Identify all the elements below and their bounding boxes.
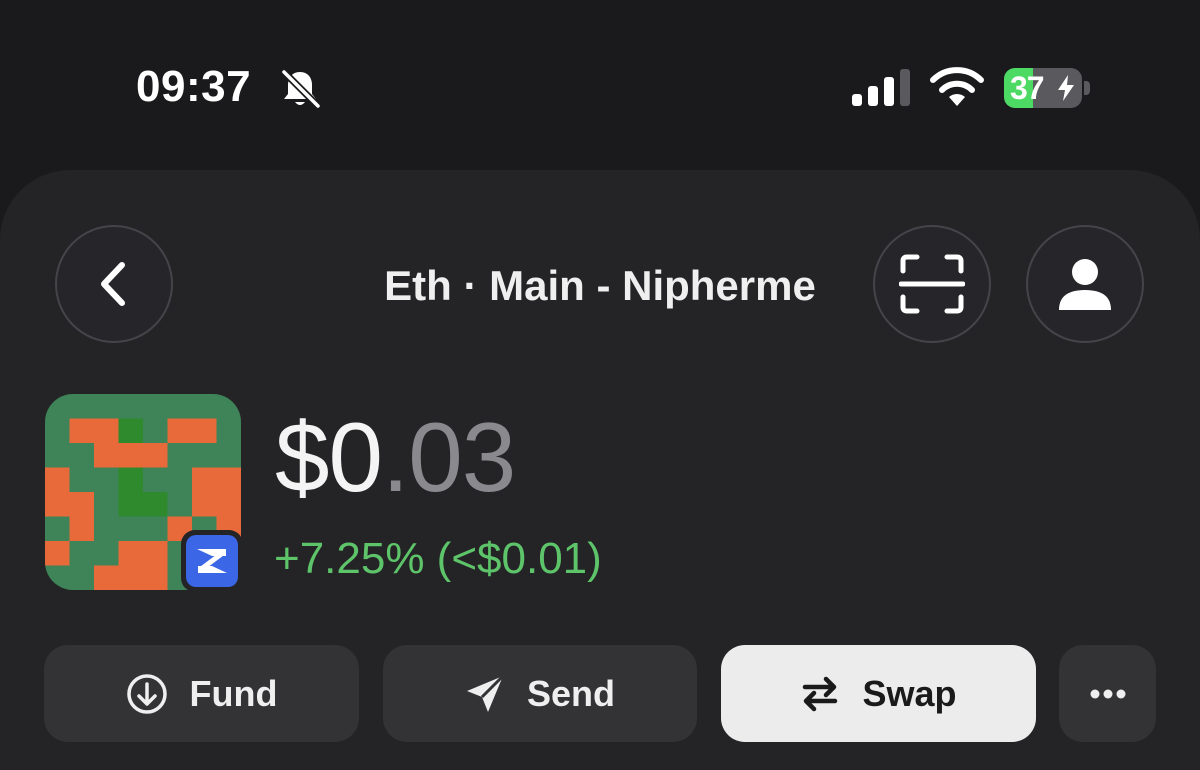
battery-indicator: 37 (1004, 68, 1090, 108)
arrow-down-circle-icon (126, 673, 167, 714)
balance-change: +7.25% (<$0.01) (274, 534, 602, 583)
fund-button[interactable]: Fund (44, 645, 359, 742)
cellular-signal-icon (852, 69, 910, 106)
zksync-chain-icon (186, 535, 238, 587)
balance-integer: $0 (275, 402, 383, 512)
battery-body: 37 (1004, 68, 1082, 108)
paper-plane-icon (466, 674, 505, 712)
person-icon (1059, 259, 1111, 310)
battery-level: 37 (1010, 70, 1045, 106)
battery-cap (1084, 81, 1090, 95)
ellipsis-icon (1090, 689, 1125, 698)
chevron-left-icon (101, 262, 125, 306)
page-title: Eth · Main - Nipherme (384, 262, 816, 309)
swap-label: Swap (862, 672, 957, 714)
bell-slash-icon (280, 68, 322, 110)
send-button[interactable]: Send (383, 645, 697, 742)
swap-arrows-icon (803, 676, 838, 711)
profile-button[interactable] (1026, 225, 1144, 343)
send-label: Send (526, 672, 615, 714)
swap-button[interactable]: Swap (721, 645, 1036, 742)
status-bar: 09:37 37 (0, 0, 1200, 170)
back-button[interactable] (55, 225, 173, 343)
wallet-sheet: Eth · Main - Nipherme $0.03 +7.25% (<$0.… (0, 170, 1200, 770)
fund-label: Fund (189, 672, 278, 714)
balance-decimals: .03 (382, 402, 516, 512)
qr-scan-icon (899, 254, 965, 314)
status-time: 09:37 (136, 62, 252, 111)
scan-qr-button[interactable] (873, 225, 991, 343)
wallet-balance: $0.03 (275, 408, 516, 506)
chain-badge (181, 530, 243, 592)
wifi-icon (930, 67, 984, 106)
charging-bolt-icon (1058, 75, 1074, 101)
more-button[interactable] (1059, 645, 1156, 742)
